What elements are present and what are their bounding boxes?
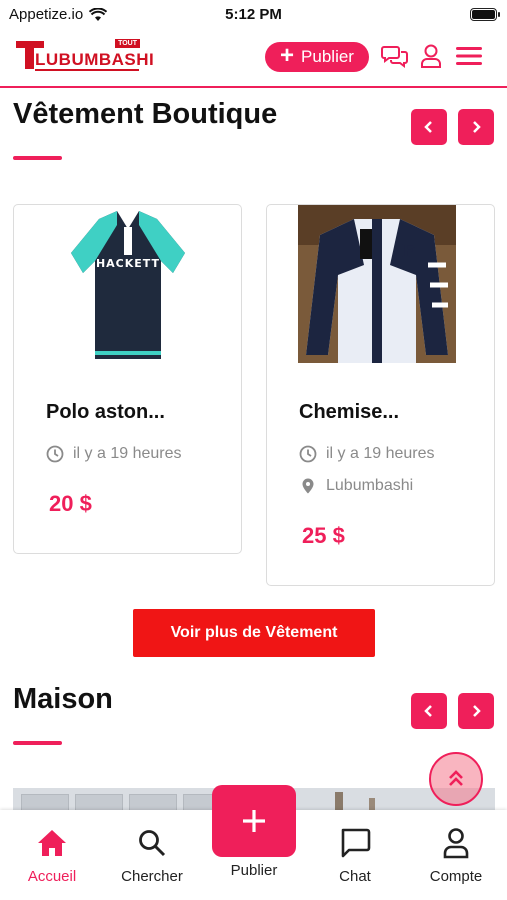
nav-item-compte[interactable]: Compte [411, 810, 501, 900]
carousel-prev-button[interactable] [411, 693, 447, 729]
nav-item-accueil[interactable]: Accueil [7, 810, 97, 900]
account-icon[interactable] [417, 42, 445, 70]
logo[interactable]: TOUT LUBUMBASHI [16, 39, 154, 73]
polo-shirt-image: HACKETT [69, 205, 187, 363]
plus-icon: + [280, 42, 295, 69]
user-icon [443, 828, 469, 859]
nav-label: Publier [230, 862, 278, 879]
product-time: il y a 19 heures [299, 445, 435, 463]
see-more-vetement-button[interactable]: Voir plus de Vêtement [133, 609, 375, 657]
product-name: Polo aston... [46, 401, 165, 423]
plus-icon [243, 810, 265, 832]
product-location: Lubumbashi [299, 477, 413, 495]
menu-icon[interactable] [455, 42, 483, 70]
messages-icon[interactable] [381, 42, 409, 70]
title-underline [13, 741, 62, 745]
product-name: Chemise... [299, 401, 400, 423]
nav-item-chat[interactable]: Chat [310, 810, 400, 900]
nav-label: Compte [429, 868, 483, 885]
scroll-to-top-button[interactable] [429, 752, 483, 806]
section-title-maison: Maison [13, 683, 113, 715]
product-location-label: Lubumbashi [326, 477, 414, 494]
carousel-next-button[interactable] [458, 109, 494, 145]
chevron-left-icon [424, 121, 432, 133]
chevron-right-icon [473, 121, 481, 133]
nav-label: Accueil [27, 868, 77, 885]
publish-button[interactable]: + Publier [265, 42, 369, 72]
logo-wordmark: LUBUMBASHI [35, 50, 155, 69]
app-header: TOUT LUBUMBASHI + Publier [0, 30, 507, 88]
nav-label: Chat [339, 868, 371, 885]
shirt-image: F [298, 205, 456, 363]
chat-icon [341, 828, 371, 858]
carousel-prev-button[interactable] [411, 109, 447, 145]
svg-text:F: F [402, 241, 415, 262]
product-time-label: il y a 19 heures [73, 445, 182, 462]
location-pin-icon [302, 478, 314, 494]
double-chevron-up-icon [449, 770, 463, 786]
clock: 5:12 PM [225, 6, 282, 23]
logo-tout: TOUT [115, 39, 140, 48]
clock-icon [46, 445, 64, 463]
section-title-vetement: Vêtement Boutique [13, 98, 278, 130]
product-card[interactable]: HACKETT Polo aston... il y a 19 heures 2… [13, 204, 242, 554]
product-price: 25 $ [302, 523, 345, 548]
nav-item-chercher[interactable]: Chercher [107, 810, 197, 900]
svg-text:HACKETT: HACKETT [96, 257, 160, 270]
carousel-next-button[interactable] [458, 693, 494, 729]
publish-fab-button[interactable] [212, 785, 296, 857]
publish-button-label: Publier [301, 47, 354, 66]
battery-icon [470, 8, 500, 21]
clock-icon [299, 445, 317, 463]
nav-label: Chercher [121, 868, 183, 885]
chevron-left-icon [424, 705, 432, 717]
search-icon [139, 830, 166, 857]
product-time: il y a 19 heures [46, 445, 182, 463]
product-card[interactable]: F Chemise... il y a 19 heures Lubumbashi… [266, 204, 495, 586]
chevron-right-icon [473, 705, 481, 717]
product-price: 20 $ [49, 491, 92, 516]
home-icon [38, 830, 66, 856]
product-time-label: il y a 19 heures [326, 445, 435, 462]
status-bar: Appetize.io 5:12 PM [0, 0, 507, 30]
title-underline [13, 156, 62, 160]
